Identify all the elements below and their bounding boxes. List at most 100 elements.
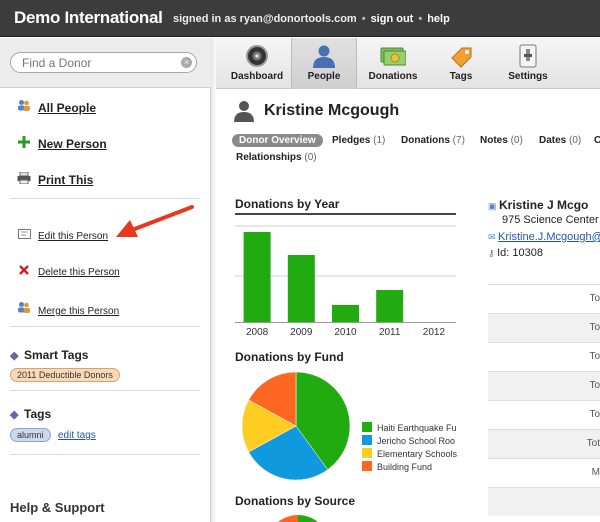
legend-item: Elementary Schools xyxy=(362,448,457,461)
x-tick-label: 2011 xyxy=(379,327,401,338)
contact-email-link[interactable]: Kristine.J.Mcgough@ xyxy=(498,231,600,243)
sidebar-item-print[interactable]: Print This xyxy=(16,171,93,187)
merge-person-link[interactable]: Merge this Person xyxy=(38,306,119,317)
sidebar-item-merge-person[interactable]: Merge this Person xyxy=(16,301,119,317)
tab-c[interactable]: C xyxy=(594,135,600,146)
table-cell: To xyxy=(589,322,600,333)
toolbar-tags[interactable]: Tags xyxy=(428,38,494,89)
table-row xyxy=(488,487,600,516)
tab-count: (0) xyxy=(569,135,582,146)
new-person-link[interactable]: New Person xyxy=(38,137,107,151)
sidebar-item-delete-person[interactable]: Delete this Person xyxy=(16,265,120,278)
tab-label: Pledges xyxy=(332,135,371,146)
toolbar-people-label: People xyxy=(307,71,341,82)
sign-out-link[interactable]: sign out xyxy=(371,13,414,25)
chart-title-fund: Donations by Fund xyxy=(235,350,344,364)
toolbar-people[interactable]: People xyxy=(291,38,357,89)
sidebar-divider xyxy=(10,198,200,199)
toolbar-donations-label: Donations xyxy=(368,71,418,82)
signed-in-label: signed in as ryan@donortools.com xyxy=(173,13,357,25)
table-row: M xyxy=(488,458,600,487)
chart-title-year: Donations by Year xyxy=(235,197,340,211)
sidebar-divider xyxy=(10,326,200,327)
toolbar-tags-label: Tags xyxy=(449,71,473,82)
tab-pledges[interactable]: Pledges (1) xyxy=(332,135,385,146)
organization-name[interactable]: Demo International xyxy=(14,8,163,28)
edit-icon xyxy=(16,229,32,242)
tab-label: Donor Overview xyxy=(239,135,316,146)
table-cell: To xyxy=(589,409,600,420)
table-cell: To xyxy=(589,380,600,391)
clear-search-icon[interactable]: × xyxy=(181,57,192,68)
plus-icon xyxy=(16,136,32,151)
legend-label: Elementary Schools xyxy=(377,449,458,459)
tag-pill[interactable]: alumni xyxy=(10,428,51,442)
sidebar-divider xyxy=(10,454,200,455)
print-link[interactable]: Print This xyxy=(38,173,93,187)
donations-by-year-chart: 2008 2009 2010 2011 2012 xyxy=(235,225,456,338)
donor-summary-table: To To To To To Tot M xyxy=(488,284,600,516)
person-name: Kristine Mcgough xyxy=(264,102,400,119)
printer-icon xyxy=(16,171,32,187)
dashboard-icon xyxy=(246,45,268,67)
delete-person-link[interactable]: Delete this Person xyxy=(38,267,120,278)
tab-label: Notes xyxy=(480,135,508,146)
money-icon xyxy=(380,47,406,66)
sidebar-shadow xyxy=(211,38,216,522)
tag-icon xyxy=(451,47,472,68)
tab-notes[interactable]: Notes (0) xyxy=(480,135,523,146)
tab-donations[interactable]: Donations (7) xyxy=(401,135,465,146)
annotation-arrow xyxy=(116,205,194,237)
tab-label: Relationships xyxy=(236,152,302,163)
table-row: To xyxy=(488,400,600,429)
bar-2009 xyxy=(287,255,315,322)
pie-slice xyxy=(298,515,318,522)
table-row: Tot xyxy=(488,429,600,458)
table-row: To xyxy=(488,284,600,313)
top-bar: Demo International signed in as ryan@don… xyxy=(0,0,600,37)
tab-dates[interactable]: Dates (0) xyxy=(539,135,581,146)
x-tick-label: 2012 xyxy=(423,327,446,338)
tab-label: Dates xyxy=(539,135,567,146)
edit-person-link[interactable]: Edit this Person xyxy=(38,231,108,242)
tab-donor-overview[interactable]: Donor Overview xyxy=(232,134,323,147)
contact-address: 975 Science Center xyxy=(502,214,599,226)
merge-icon xyxy=(16,301,32,317)
smart-tag-icon: ◆ xyxy=(10,350,19,362)
contact-id: Id: 10308 xyxy=(497,247,543,259)
tab-relationships[interactable]: Relationships (0) xyxy=(236,152,317,163)
sidebar-item-new-person[interactable]: New Person xyxy=(16,136,107,151)
sidebar: × All People New Person Print This Edit … xyxy=(0,38,211,522)
legend-swatch xyxy=(362,435,372,445)
all-people-link[interactable]: All People xyxy=(38,101,96,115)
toolbar-settings[interactable]: Settings xyxy=(492,38,564,89)
legend-item: Jericho School Roo xyxy=(362,435,457,448)
sidebar-item-all-people[interactable]: All People xyxy=(16,99,96,115)
toolbar-dashboard-label: Dashboard xyxy=(230,71,284,82)
people-icon xyxy=(16,99,32,115)
bar-2008 xyxy=(243,232,271,322)
toolbar-dashboard[interactable]: Dashboard xyxy=(221,38,293,89)
donations-by-fund-chart xyxy=(241,371,351,481)
edit-tags-link[interactable]: edit tags xyxy=(58,430,96,441)
top-nav: signed in as ryan@donortools.com • sign ou… xyxy=(173,13,450,25)
email-icon: ✉ xyxy=(488,232,499,242)
sidebar-divider xyxy=(10,390,200,391)
smart-tag-pill[interactable]: 2011 Deductible Donors xyxy=(10,368,120,382)
legend-label: Haiti Earthquake Fu xyxy=(377,423,457,433)
legend-swatch xyxy=(362,422,372,432)
smart-tags-heading: ◆ Smart Tags xyxy=(10,348,88,362)
legend-swatch xyxy=(362,448,372,458)
bar-2010 xyxy=(332,305,359,322)
contact-email-row: ✉ Kristine.J.Mcgough@ xyxy=(488,231,600,247)
table-cell: To xyxy=(589,293,600,304)
sidebar-item-edit-person[interactable]: Edit this Person xyxy=(16,229,108,242)
tab-count: (0) xyxy=(510,135,523,146)
table-cell: Tot xyxy=(586,438,600,449)
toolbar-donations[interactable]: Donations xyxy=(360,38,426,89)
tag-icon: ◆ xyxy=(10,409,19,421)
help-link[interactable]: help xyxy=(427,13,450,25)
chart-title-rule xyxy=(235,213,456,215)
find-donor-input[interactable] xyxy=(10,52,197,73)
legend-item: Building Fund xyxy=(362,461,457,474)
